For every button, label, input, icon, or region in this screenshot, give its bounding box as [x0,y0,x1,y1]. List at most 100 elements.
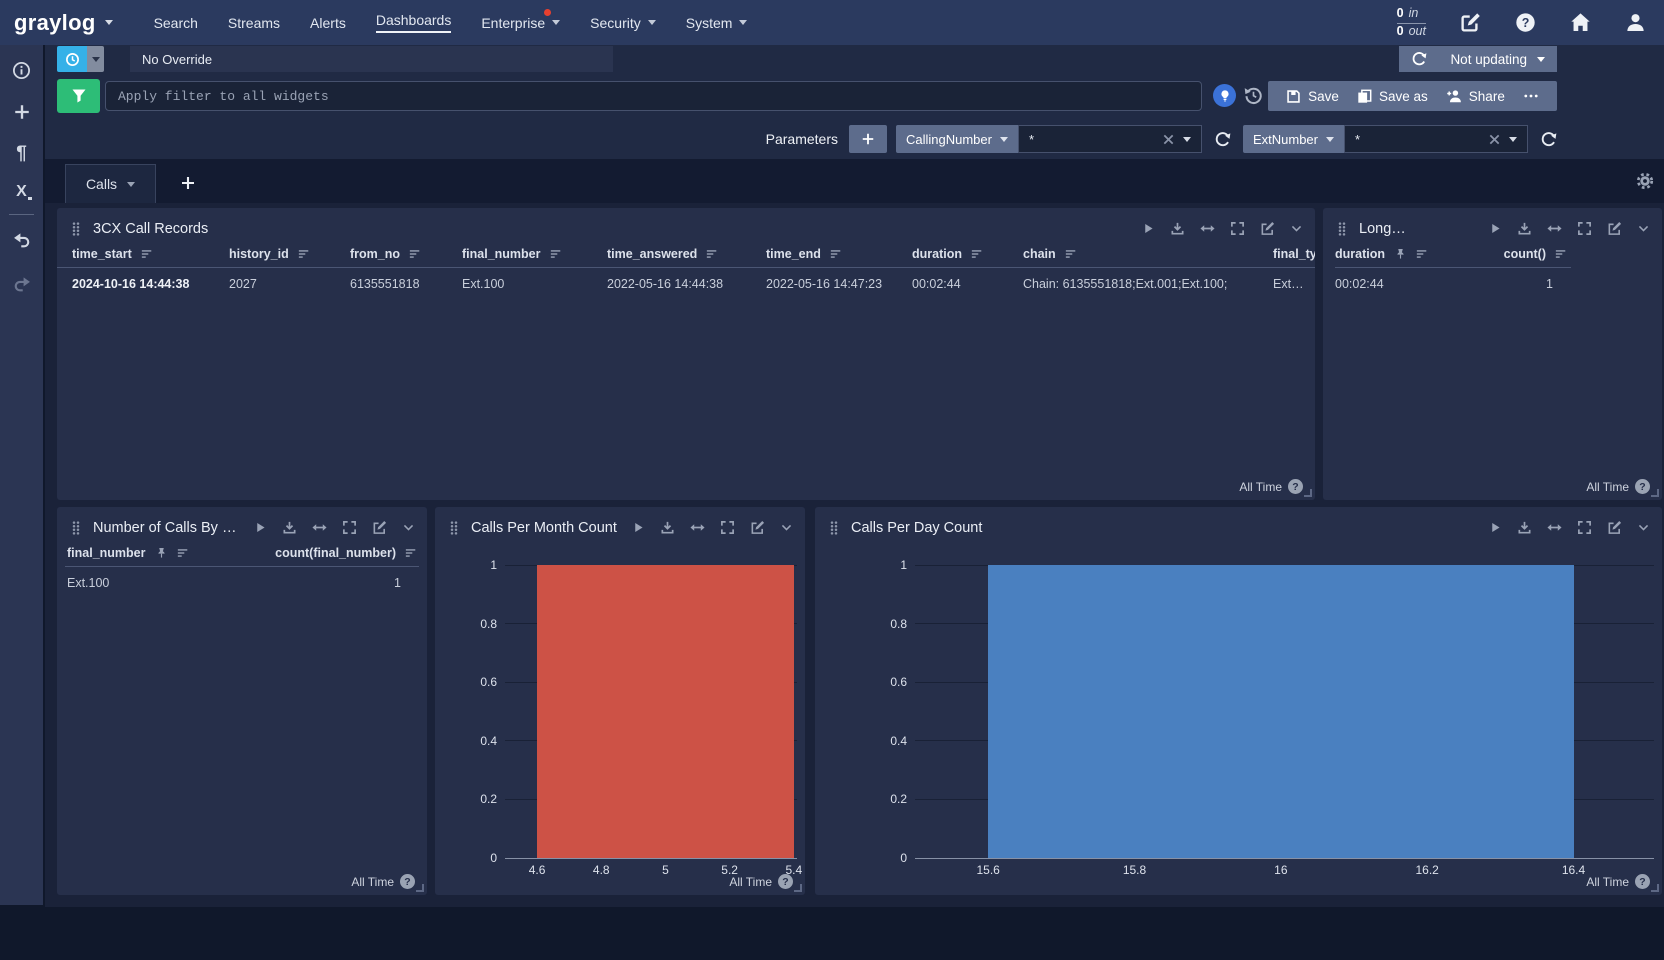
drag-handle-icon[interactable] [827,521,841,535]
sort-icon[interactable] [830,248,842,260]
timerange-help-icon[interactable]: ? [1635,479,1650,494]
nav-item-streams[interactable]: Streams [213,0,295,45]
help-icon[interactable]: ? [1515,12,1536,33]
drag-handle-icon[interactable] [1335,222,1349,236]
filter-button[interactable] [57,79,100,113]
time-range-caret[interactable] [87,46,104,72]
sort-icon[interactable] [298,248,310,260]
chart-bar[interactable] [988,565,1573,858]
add-tab-button[interactable] [173,167,203,199]
sort-icon[interactable] [971,248,983,260]
refresh-icon[interactable] [1411,51,1427,67]
nav-item-alerts[interactable]: Alerts [295,0,361,45]
parameter-name-dropdown[interactable]: CallingNumber [896,125,1018,153]
nav-item-enterprise[interactable]: Enterprise [466,0,575,45]
redo-icon[interactable] [0,275,43,293]
swap-width-icon[interactable] [312,520,327,535]
share-button[interactable]: Share [1446,88,1505,104]
table-row[interactable]: 2024-10-16 14:44:38 2027 6135551818 Ext.… [57,268,1315,297]
sort-icon[interactable] [1065,248,1077,260]
fullscreen-icon[interactable] [1230,221,1245,236]
clear-icon[interactable] [1488,133,1501,146]
tab-calls[interactable]: Calls [65,164,156,203]
swap-width-icon[interactable] [1200,221,1215,236]
nav-item-search[interactable]: Search [139,0,213,45]
download-icon[interactable] [1517,221,1532,236]
time-range-value[interactable]: No Override [130,46,613,72]
collapse-widget-icon[interactable] [1637,222,1650,235]
pin-icon[interactable] [155,547,168,560]
formatting-icon[interactable]: ¶ [0,143,43,165]
pin-icon[interactable] [1394,248,1407,261]
info-icon[interactable] [0,61,43,80]
nav-item-dashboards[interactable]: Dashboards [361,0,467,45]
timerange-help-icon[interactable]: ? [1635,874,1650,889]
timerange-help-icon[interactable]: ? [400,874,415,889]
table-row[interactable]: 00:02:44 1 [1335,268,1571,297]
drag-handle-icon[interactable] [447,521,461,535]
sort-icon[interactable] [405,547,417,559]
sort-icon[interactable] [141,248,153,260]
sort-icon[interactable] [409,248,421,260]
nav-item-security[interactable]: Security [575,0,671,45]
play-icon[interactable] [254,521,267,534]
edit-widget-icon[interactable] [750,520,765,535]
edit-widget-icon[interactable] [1260,221,1275,236]
parameter-name-dropdown[interactable]: ExtNumber [1243,125,1344,153]
edit-widget-icon[interactable] [1607,520,1622,535]
swap-width-icon[interactable] [690,520,705,535]
sort-icon[interactable] [550,248,562,260]
drag-handle-icon[interactable] [69,222,83,236]
play-icon[interactable] [632,521,645,534]
user-icon[interactable] [1625,12,1646,33]
more-actions-button[interactable] [1523,88,1539,104]
edit-widget-icon[interactable] [1607,221,1622,236]
chart-bar[interactable] [537,565,794,858]
refresh-controls[interactable]: Not updating [1399,46,1557,72]
fullscreen-icon[interactable] [1577,520,1592,535]
fullscreen-icon[interactable] [342,520,357,535]
drag-handle-icon[interactable] [69,521,83,535]
add-widget-icon[interactable] [0,103,43,121]
clock-icon[interactable] [57,46,87,72]
swap-width-icon[interactable] [1547,221,1562,236]
parameter-value-input[interactable] [1355,132,1480,147]
fields-icon[interactable]: X [0,183,43,201]
query-history-icon[interactable] [1244,86,1263,105]
sort-icon[interactable] [177,547,189,559]
sort-icon[interactable] [1416,248,1428,260]
parameter-value-input[interactable] [1029,132,1154,147]
sort-icon[interactable] [1555,248,1567,260]
fullscreen-icon[interactable] [720,520,735,535]
hint-bulb-icon[interactable] [1213,84,1236,107]
gear-icon[interactable] [1636,172,1654,190]
play-icon[interactable] [1489,222,1502,235]
sort-icon[interactable] [706,248,718,260]
play-icon[interactable] [1489,521,1502,534]
add-parameter-button[interactable] [849,125,887,153]
nav-item-system[interactable]: System [671,0,763,45]
save-button[interactable]: Save [1286,89,1339,104]
edit-icon[interactable] [1460,12,1481,33]
play-icon[interactable] [1142,222,1155,235]
widget-filter-input[interactable] [105,81,1202,111]
download-icon[interactable] [660,520,675,535]
edit-widget-icon[interactable] [372,520,387,535]
table-row[interactable]: Ext.100 1 [65,567,419,596]
home-icon[interactable] [1570,12,1591,33]
collapse-widget-icon[interactable] [402,521,415,534]
swap-width-icon[interactable] [1547,520,1562,535]
undo-icon[interactable] [0,231,43,249]
brand-menu[interactable]: graylog [14,10,113,36]
download-icon[interactable] [1517,520,1532,535]
clear-icon[interactable] [1162,133,1175,146]
fullscreen-icon[interactable] [1577,221,1592,236]
parameter-refresh-icon[interactable] [1214,131,1231,148]
download-icon[interactable] [1170,221,1185,236]
collapse-widget-icon[interactable] [780,521,793,534]
chevron-down-icon[interactable] [1509,137,1517,142]
timerange-help-icon[interactable]: ? [1288,479,1303,494]
chevron-down-icon[interactable] [1183,137,1191,142]
collapse-widget-icon[interactable] [1290,222,1303,235]
download-icon[interactable] [282,520,297,535]
